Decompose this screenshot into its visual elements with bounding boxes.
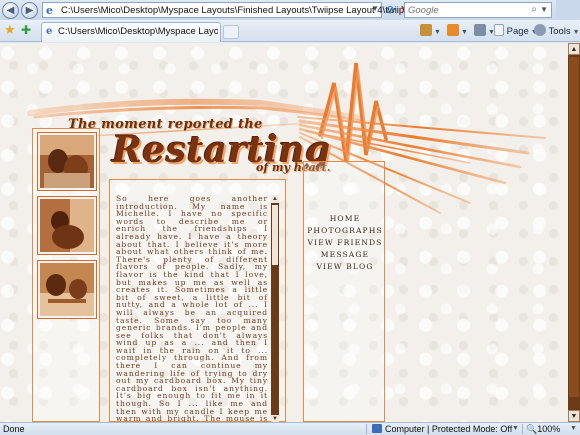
page-menu-label: Page: [506, 26, 529, 37]
printer-icon: [474, 24, 486, 36]
address-bar-row: ◀ ▶ e C:\Users\Mico\Desktop\Myspace Layo…: [0, 0, 580, 20]
nav-list: HOME PHOTOGRAPHS VIEW FRIENDS MESSAGE VI…: [304, 213, 386, 273]
search-field[interactable]: ⌕ ▼: [404, 2, 552, 18]
forward-button[interactable]: ▶: [21, 2, 38, 19]
tab-label: C:\Users\Mico\Desktop\Myspace Layouts\Fi…: [58, 26, 218, 37]
tools-menu[interactable]: Tools ▼: [534, 24, 580, 40]
new-tab-button[interactable]: [223, 25, 239, 39]
photo-thumbnail[interactable]: [37, 196, 97, 255]
tab-bar: ★ ✚ e C:\Users\Mico\Desktop\Myspace Layo…: [0, 20, 580, 42]
page-icon: [494, 24, 504, 36]
add-favorites-icon[interactable]: ✚: [21, 23, 31, 37]
scroll-down-arrow-icon[interactable]: ▼: [271, 415, 279, 422]
page-viewport[interactable]: The moment reported the Restarting of my…: [0, 43, 568, 422]
photo-column: [32, 128, 100, 422]
print-button[interactable]: ▼: [474, 24, 495, 40]
zoom-control[interactable]: 🔍100%: [526, 423, 560, 435]
about-panel: So here goes another introduction. My na…: [109, 179, 286, 422]
ie-page-icon: e: [46, 26, 53, 37]
computer-icon: [372, 424, 382, 433]
about-scrollbar[interactable]: ▲ ▼: [271, 195, 279, 422]
scroll-down-arrow-icon[interactable]: ▼: [568, 410, 580, 422]
photo-thumbnail[interactable]: [37, 260, 97, 319]
photo-image: [40, 263, 94, 316]
search-icon[interactable]: ⌕: [531, 3, 537, 17]
status-divider: [366, 424, 367, 434]
status-divider: [522, 424, 523, 434]
photo-image: [40, 135, 94, 188]
scroll-thumb[interactable]: [272, 205, 278, 265]
chevron-down-icon[interactable]: ▼: [512, 423, 519, 435]
feeds-button[interactable]: ▼: [447, 24, 468, 40]
back-button[interactable]: ◀: [2, 2, 19, 19]
nav-link-photographs[interactable]: PHOTOGRAPHS: [304, 225, 386, 237]
home-button[interactable]: ▼: [420, 24, 441, 40]
security-zone[interactable]: Computer | Protected Mode: Off: [372, 423, 512, 435]
gear-icon: [534, 24, 546, 36]
page-scroll-thumb[interactable]: [569, 57, 579, 397]
window-edge: [556, 0, 580, 20]
tab-current[interactable]: e C:\Users\Mico\Desktop\Myspace Layouts\…: [41, 22, 221, 42]
tools-menu-label: Tools: [548, 26, 571, 37]
search-input[interactable]: [405, 3, 525, 17]
address-field[interactable]: e C:\Users\Mico\Desktop\Myspace Layouts\…: [42, 2, 435, 18]
photo-thumbnail[interactable]: [37, 132, 97, 191]
chevron-down-icon[interactable]: ▼: [371, 4, 379, 13]
rss-icon: [447, 24, 459, 36]
navigation-panel: HOME PHOTOGRAPHS VIEW FRIENDS MESSAGE VI…: [303, 161, 385, 422]
nav-link-home[interactable]: HOME: [304, 213, 386, 225]
scroll-up-arrow-icon[interactable]: ▲: [271, 195, 279, 203]
favorites-star-icon[interactable]: ★: [4, 23, 16, 37]
nav-link-message[interactable]: MESSAGE: [304, 249, 386, 261]
nav-link-view-blog[interactable]: VIEW BLOG: [304, 261, 386, 273]
chevron-down-icon[interactable]: ▼: [540, 3, 548, 17]
scroll-up-arrow-icon[interactable]: ▲: [568, 43, 580, 55]
page-menu[interactable]: Page▼: [494, 24, 538, 40]
security-zone-label: Computer | Protected Mode: Off: [385, 424, 513, 434]
status-bar: Done Computer | Protected Mode: Off ▼ 🔍1…: [0, 422, 580, 435]
chevron-down-icon[interactable]: ▼: [570, 423, 577, 435]
home-icon: [420, 24, 432, 36]
ie-page-icon: e: [46, 4, 53, 17]
page-scrollbar[interactable]: ▲ ▼: [568, 43, 580, 422]
status-text: Done: [3, 424, 25, 434]
nav-link-view-friends[interactable]: VIEW FRIENDS: [304, 237, 386, 249]
refresh-icon[interactable]: ⟳: [384, 2, 398, 18]
zoom-level: 100%: [537, 424, 561, 434]
about-text: So here goes another introduction. My na…: [116, 195, 268, 422]
photo-image: [40, 199, 94, 252]
